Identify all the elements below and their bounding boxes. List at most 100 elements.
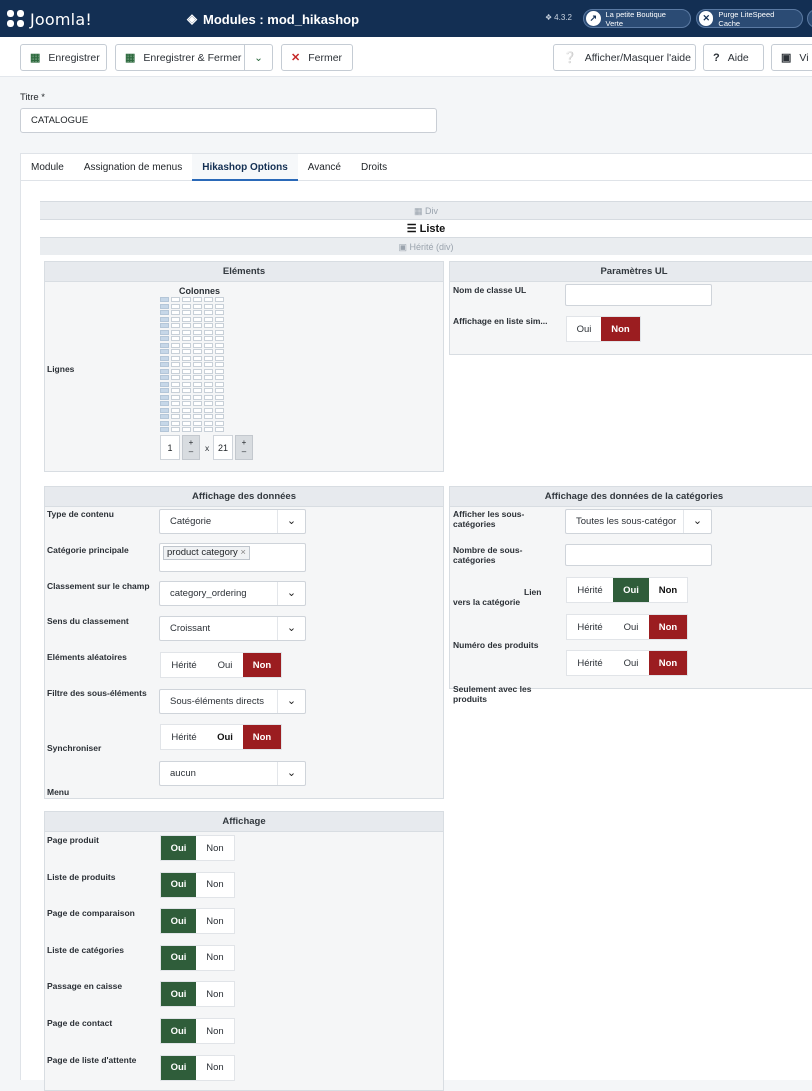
grid-cell[interactable] <box>215 414 224 419</box>
grid-cell[interactable] <box>171 381 180 387</box>
grid-cell[interactable] <box>160 349 169 354</box>
chevron-down-icon[interactable]: ⌄ <box>244 45 272 70</box>
grid-cell[interactable] <box>204 388 213 393</box>
grid-cell[interactable] <box>215 310 224 315</box>
affichage-yes[interactable]: Oui <box>161 872 196 897</box>
grid-cell[interactable] <box>160 329 169 335</box>
grid-cell[interactable] <box>215 394 224 400</box>
grid-cell[interactable] <box>182 401 191 406</box>
grid-cell[interactable] <box>182 375 191 380</box>
grid-cell[interactable] <box>160 310 169 315</box>
affichage-yes[interactable]: Oui <box>161 1055 196 1080</box>
grid-cell[interactable] <box>193 362 202 367</box>
grid-cell[interactable] <box>182 329 191 335</box>
grid-cell[interactable] <box>171 355 180 361</box>
grid-cell[interactable] <box>215 329 224 335</box>
grid-cell[interactable] <box>215 316 224 322</box>
grid-cell[interactable] <box>171 375 180 380</box>
grid-cell[interactable] <box>193 310 202 315</box>
grid-cell[interactable] <box>160 355 169 361</box>
grid-cell[interactable] <box>160 336 169 341</box>
grid-cell[interactable] <box>160 316 169 322</box>
grid-cell[interactable] <box>193 420 202 426</box>
grid-cell[interactable] <box>182 420 191 426</box>
grid-cell[interactable] <box>160 401 169 406</box>
grid-cell[interactable] <box>215 407 224 413</box>
grid-cell[interactable] <box>171 342 180 348</box>
simple-list-no[interactable]: Non <box>601 317 640 341</box>
site-link-button[interactable]: ↗ La petite Boutique Verte <box>583 9 691 28</box>
affichage-no[interactable]: Non <box>196 909 234 933</box>
close-button[interactable]: ✕ Fermer <box>281 44 353 71</box>
grid-cell[interactable] <box>204 336 213 341</box>
grid-cell[interactable] <box>204 310 213 315</box>
grid-cell[interactable] <box>204 329 213 335</box>
grid-cell[interactable] <box>215 342 224 348</box>
tab-menu-assignment[interactable]: Assignation de menus <box>74 154 192 181</box>
grid-cell[interactable] <box>204 355 213 361</box>
tab-module[interactable]: Module <box>21 154 74 181</box>
grid-cell[interactable] <box>215 420 224 426</box>
affichage-yes[interactable]: Oui <box>161 982 196 1007</box>
grid-cell[interactable] <box>171 310 180 315</box>
grid-cell[interactable] <box>171 336 180 341</box>
link-no[interactable]: Non <box>649 578 687 602</box>
save-close-button[interactable]: ▦ Enregistrer & Fermer ⌄ <box>115 44 273 71</box>
grid-cell[interactable] <box>215 368 224 374</box>
grid-cell[interactable] <box>215 381 224 387</box>
affichage-toggle[interactable]: Oui Non <box>160 981 235 1008</box>
product-number-yes[interactable]: Oui <box>613 615 649 639</box>
save-button[interactable]: ▦ Enregistrer <box>20 44 107 71</box>
toggle-help-button[interactable]: ❔ Afficher/Masquer l'aide <box>553 44 696 71</box>
grid-cell[interactable] <box>193 303 202 309</box>
grid-cell[interactable] <box>160 420 169 426</box>
product-number-inherited[interactable]: Hérité <box>567 615 613 639</box>
sort-field-select[interactable]: category_ordering ⌄ <box>159 581 306 606</box>
grid-cell[interactable] <box>182 381 191 387</box>
purge-cache-button[interactable]: ✕ Purge LiteSpeed Cache <box>696 9 803 28</box>
affichage-toggle[interactable]: Oui Non <box>160 871 235 898</box>
sync-no[interactable]: Non <box>243 725 281 749</box>
random-yes[interactable]: Oui <box>207 653 243 677</box>
view-button[interactable]: ▣ Vi <box>771 44 812 71</box>
grid-cell[interactable] <box>182 362 191 367</box>
grid-cell[interactable] <box>215 427 224 432</box>
grid-cell[interactable] <box>193 336 202 341</box>
grid-cell[interactable] <box>204 323 213 328</box>
show-sub-select[interactable]: Toutes les sous-catégor ⌄ <box>565 509 712 534</box>
grid-cell[interactable] <box>204 297 213 302</box>
only-products-yes[interactable]: Oui <box>613 651 649 675</box>
affichage-yes[interactable]: Oui <box>161 909 196 934</box>
grid-cell[interactable] <box>215 362 224 367</box>
grid-cell[interactable] <box>204 427 213 432</box>
grid-cell[interactable] <box>204 316 213 322</box>
link-yes[interactable]: Oui <box>613 578 649 602</box>
grid-cell[interactable] <box>160 427 169 432</box>
grid-cell[interactable] <box>171 414 180 419</box>
grid-cell[interactable] <box>215 303 224 309</box>
affichage-toggle[interactable]: Oui Non <box>160 944 235 971</box>
grid-cell[interactable] <box>193 342 202 348</box>
grid-cell[interactable] <box>193 349 202 354</box>
grid-cell[interactable] <box>182 310 191 315</box>
grid-cell[interactable] <box>171 388 180 393</box>
affichage-no[interactable]: Non <box>196 946 234 970</box>
grid-cell[interactable] <box>171 303 180 309</box>
grid-cell[interactable] <box>160 375 169 380</box>
grid-cell[interactable] <box>204 303 213 309</box>
grid-cell[interactable] <box>215 355 224 361</box>
grid-cell[interactable] <box>193 401 202 406</box>
grid-cell[interactable] <box>182 414 191 419</box>
tab-advanced[interactable]: Avancé <box>298 154 351 181</box>
grid-cell[interactable] <box>204 375 213 380</box>
grid-cell[interactable] <box>182 368 191 374</box>
grid-cell[interactable] <box>182 303 191 309</box>
grid-cell[interactable] <box>171 316 180 322</box>
grid-cell[interactable] <box>193 323 202 328</box>
num-sub-input[interactable] <box>565 544 712 566</box>
link-inherited[interactable]: Hérité <box>567 578 613 602</box>
random-toggle[interactable]: Hérité Oui Non <box>160 652 282 678</box>
grid-cell[interactable] <box>160 362 169 367</box>
grid-cell[interactable] <box>160 394 169 400</box>
affichage-yes[interactable]: Oui <box>161 1019 196 1043</box>
